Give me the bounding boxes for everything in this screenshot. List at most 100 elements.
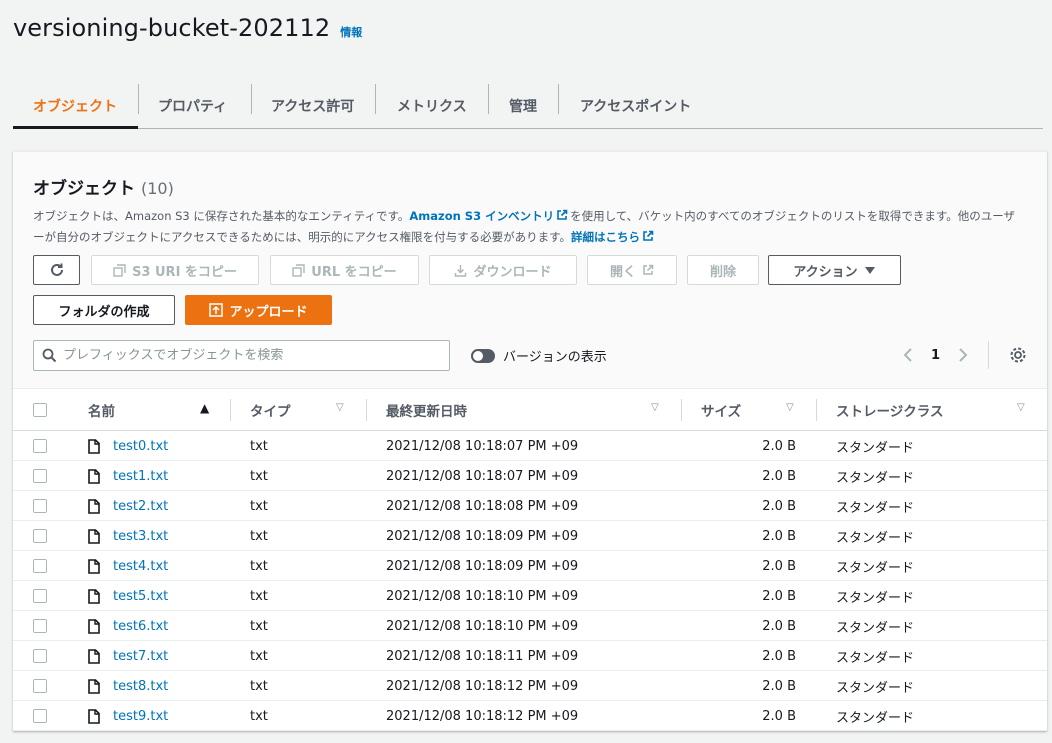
objects-panel: オブジェクト (10) オブジェクトは、Amazon S3 に保存された基本的なエ… — [13, 151, 1047, 731]
table-row[interactable]: test5.txt txt 2021/12/08 10:18:10 PM +09… — [13, 581, 1047, 611]
type-cell: txt — [250, 708, 268, 724]
download-icon — [455, 264, 467, 277]
name-cell: test8.txt — [88, 671, 168, 701]
row-checkbox[interactable] — [33, 529, 47, 543]
select-all-checkbox[interactable] — [33, 403, 47, 417]
row-checkbox[interactable] — [33, 499, 47, 513]
current-page[interactable]: 1 — [931, 348, 940, 363]
chevron-left-icon[interactable] — [903, 347, 913, 363]
object-name-link[interactable]: test1.txt — [113, 469, 168, 484]
object-count: (10) — [141, 179, 174, 198]
row-select-cell — [33, 521, 47, 551]
object-name-link[interactable]: test6.txt — [113, 619, 168, 634]
row-select-cell — [33, 581, 47, 611]
upload-label: アップロード — [229, 304, 308, 320]
row-checkbox[interactable] — [33, 589, 47, 603]
tab-metrics[interactable]: メトリクス — [397, 84, 467, 128]
refresh-button[interactable] — [33, 255, 80, 285]
show-versions-toggle[interactable] — [471, 348, 495, 363]
object-name-link[interactable]: test7.txt — [113, 649, 168, 664]
download-button[interactable]: ダウンロード — [429, 255, 577, 285]
object-name-link[interactable]: test2.txt — [113, 499, 168, 514]
last-modified-cell: 2021/12/08 10:18:09 PM +09 — [386, 558, 579, 574]
table-header: 名前 ▲ タイプ ▽ 最終更新日時 ▽ サイズ ▽ ストレージクラス ▽ — [13, 388, 1047, 431]
row-checkbox[interactable] — [33, 469, 47, 483]
search-input[interactable] — [63, 348, 443, 363]
upload-button[interactable]: アップロード — [185, 295, 332, 325]
object-name-link[interactable]: test4.txt — [113, 559, 168, 574]
sort-ascending-icon[interactable]: ▲ — [200, 401, 209, 415]
name-cell: test5.txt — [88, 581, 168, 611]
gear-icon[interactable] — [1009, 346, 1027, 364]
last-modified-cell: 2021/12/08 10:18:07 PM +09 — [386, 468, 579, 484]
table-row[interactable]: test7.txt txt 2021/12/08 10:18:11 PM +09… — [13, 641, 1047, 671]
name-cell: test6.txt — [88, 611, 168, 641]
chevron-right-icon[interactable] — [958, 347, 968, 363]
last-modified-cell: 2021/12/08 10:18:07 PM +09 — [386, 438, 579, 454]
size-cell: 2.0 B — [762, 438, 796, 454]
name-cell: test2.txt — [88, 491, 168, 521]
file-icon — [88, 678, 100, 694]
tab-permissions[interactable]: アクセス許可 — [271, 84, 354, 128]
row-select-cell — [33, 431, 47, 461]
file-icon — [88, 708, 100, 724]
type-cell: txt — [250, 678, 268, 694]
storage-class-cell: スタンダード — [836, 440, 915, 456]
column-header-storage-class[interactable]: ストレージクラス — [836, 389, 943, 431]
table-row[interactable]: test1.txt txt 2021/12/08 10:18:07 PM +09… — [13, 461, 1047, 491]
copy-s3-uri-button[interactable]: S3 URI をコピー — [91, 255, 259, 285]
table-row[interactable]: test8.txt txt 2021/12/08 10:18:12 PM +09… — [13, 671, 1047, 701]
table-row[interactable]: test2.txt txt 2021/12/08 10:18:08 PM +09… — [13, 491, 1047, 521]
storage-class-cell: スタンダード — [836, 470, 915, 486]
row-checkbox[interactable] — [33, 679, 47, 693]
object-name-link[interactable]: test0.txt — [113, 439, 168, 454]
object-name-link[interactable]: test3.txt — [113, 529, 168, 544]
row-checkbox[interactable] — [33, 619, 47, 633]
last-modified-cell: 2021/12/08 10:18:11 PM +09 — [386, 648, 579, 664]
select-all-cell — [33, 389, 47, 431]
table-body: test0.txt txt 2021/12/08 10:18:07 PM +09… — [13, 431, 1047, 731]
sort-icon[interactable]: ▽ — [786, 402, 794, 413]
sort-icon[interactable]: ▽ — [651, 402, 659, 413]
row-select-cell — [33, 461, 47, 491]
name-cell: test4.txt — [88, 551, 168, 581]
row-checkbox[interactable] — [33, 649, 47, 663]
learn-more-link[interactable]: 詳細はこちら — [571, 230, 640, 244]
panel-title-text: オブジェクト — [33, 179, 135, 199]
storage-class-cell: スタンダード — [836, 530, 915, 546]
create-folder-button[interactable]: フォルダの作成 — [33, 295, 175, 325]
tab-management[interactable]: 管理 — [509, 84, 537, 128]
open-button[interactable]: 開く — [587, 255, 677, 285]
object-name-link[interactable]: test8.txt — [113, 679, 168, 694]
table-row[interactable]: test3.txt txt 2021/12/08 10:18:09 PM +09… — [13, 521, 1047, 551]
row-checkbox[interactable] — [33, 559, 47, 573]
table-row[interactable]: test9.txt txt 2021/12/08 10:18:12 PM +09… — [13, 701, 1047, 731]
tab-properties[interactable]: プロパティ — [158, 84, 227, 128]
table-row[interactable]: test4.txt txt 2021/12/08 10:18:09 PM +09… — [13, 551, 1047, 581]
download-label: ダウンロード — [473, 264, 552, 280]
actions-dropdown[interactable]: アクション — [768, 255, 901, 285]
object-name-link[interactable]: test9.txt — [113, 709, 168, 724]
object-name-link[interactable]: test5.txt — [113, 589, 168, 604]
copy-url-button[interactable]: URL をコピー — [270, 255, 419, 285]
tab-objects[interactable]: オブジェクト — [33, 84, 117, 128]
last-modified-cell: 2021/12/08 10:18:12 PM +09 — [386, 708, 579, 724]
column-header-size[interactable]: サイズ — [701, 389, 741, 431]
sort-icon[interactable]: ▽ — [1017, 402, 1025, 413]
column-header-type[interactable]: タイプ — [250, 389, 291, 431]
row-checkbox[interactable] — [33, 439, 47, 453]
table-row[interactable]: test0.txt txt 2021/12/08 10:18:07 PM +09… — [13, 431, 1047, 461]
file-icon — [88, 648, 100, 664]
delete-button[interactable]: 削除 — [687, 255, 759, 285]
tab-access-points[interactable]: アクセスポイント — [580, 84, 691, 128]
upload-icon — [209, 303, 224, 317]
info-link[interactable]: 情報 — [340, 24, 362, 40]
pager-divider — [988, 341, 990, 369]
sort-icon[interactable]: ▽ — [336, 402, 344, 413]
show-versions-label: バージョンの表示 — [503, 350, 607, 365]
column-header-name[interactable]: 名前 — [88, 389, 115, 431]
column-header-last-modified[interactable]: 最終更新日時 — [386, 389, 467, 431]
row-checkbox[interactable] — [33, 709, 47, 723]
table-row[interactable]: test6.txt txt 2021/12/08 10:18:10 PM +09… — [13, 611, 1047, 641]
inventory-link[interactable]: Amazon S3 インベントリ — [409, 209, 554, 223]
